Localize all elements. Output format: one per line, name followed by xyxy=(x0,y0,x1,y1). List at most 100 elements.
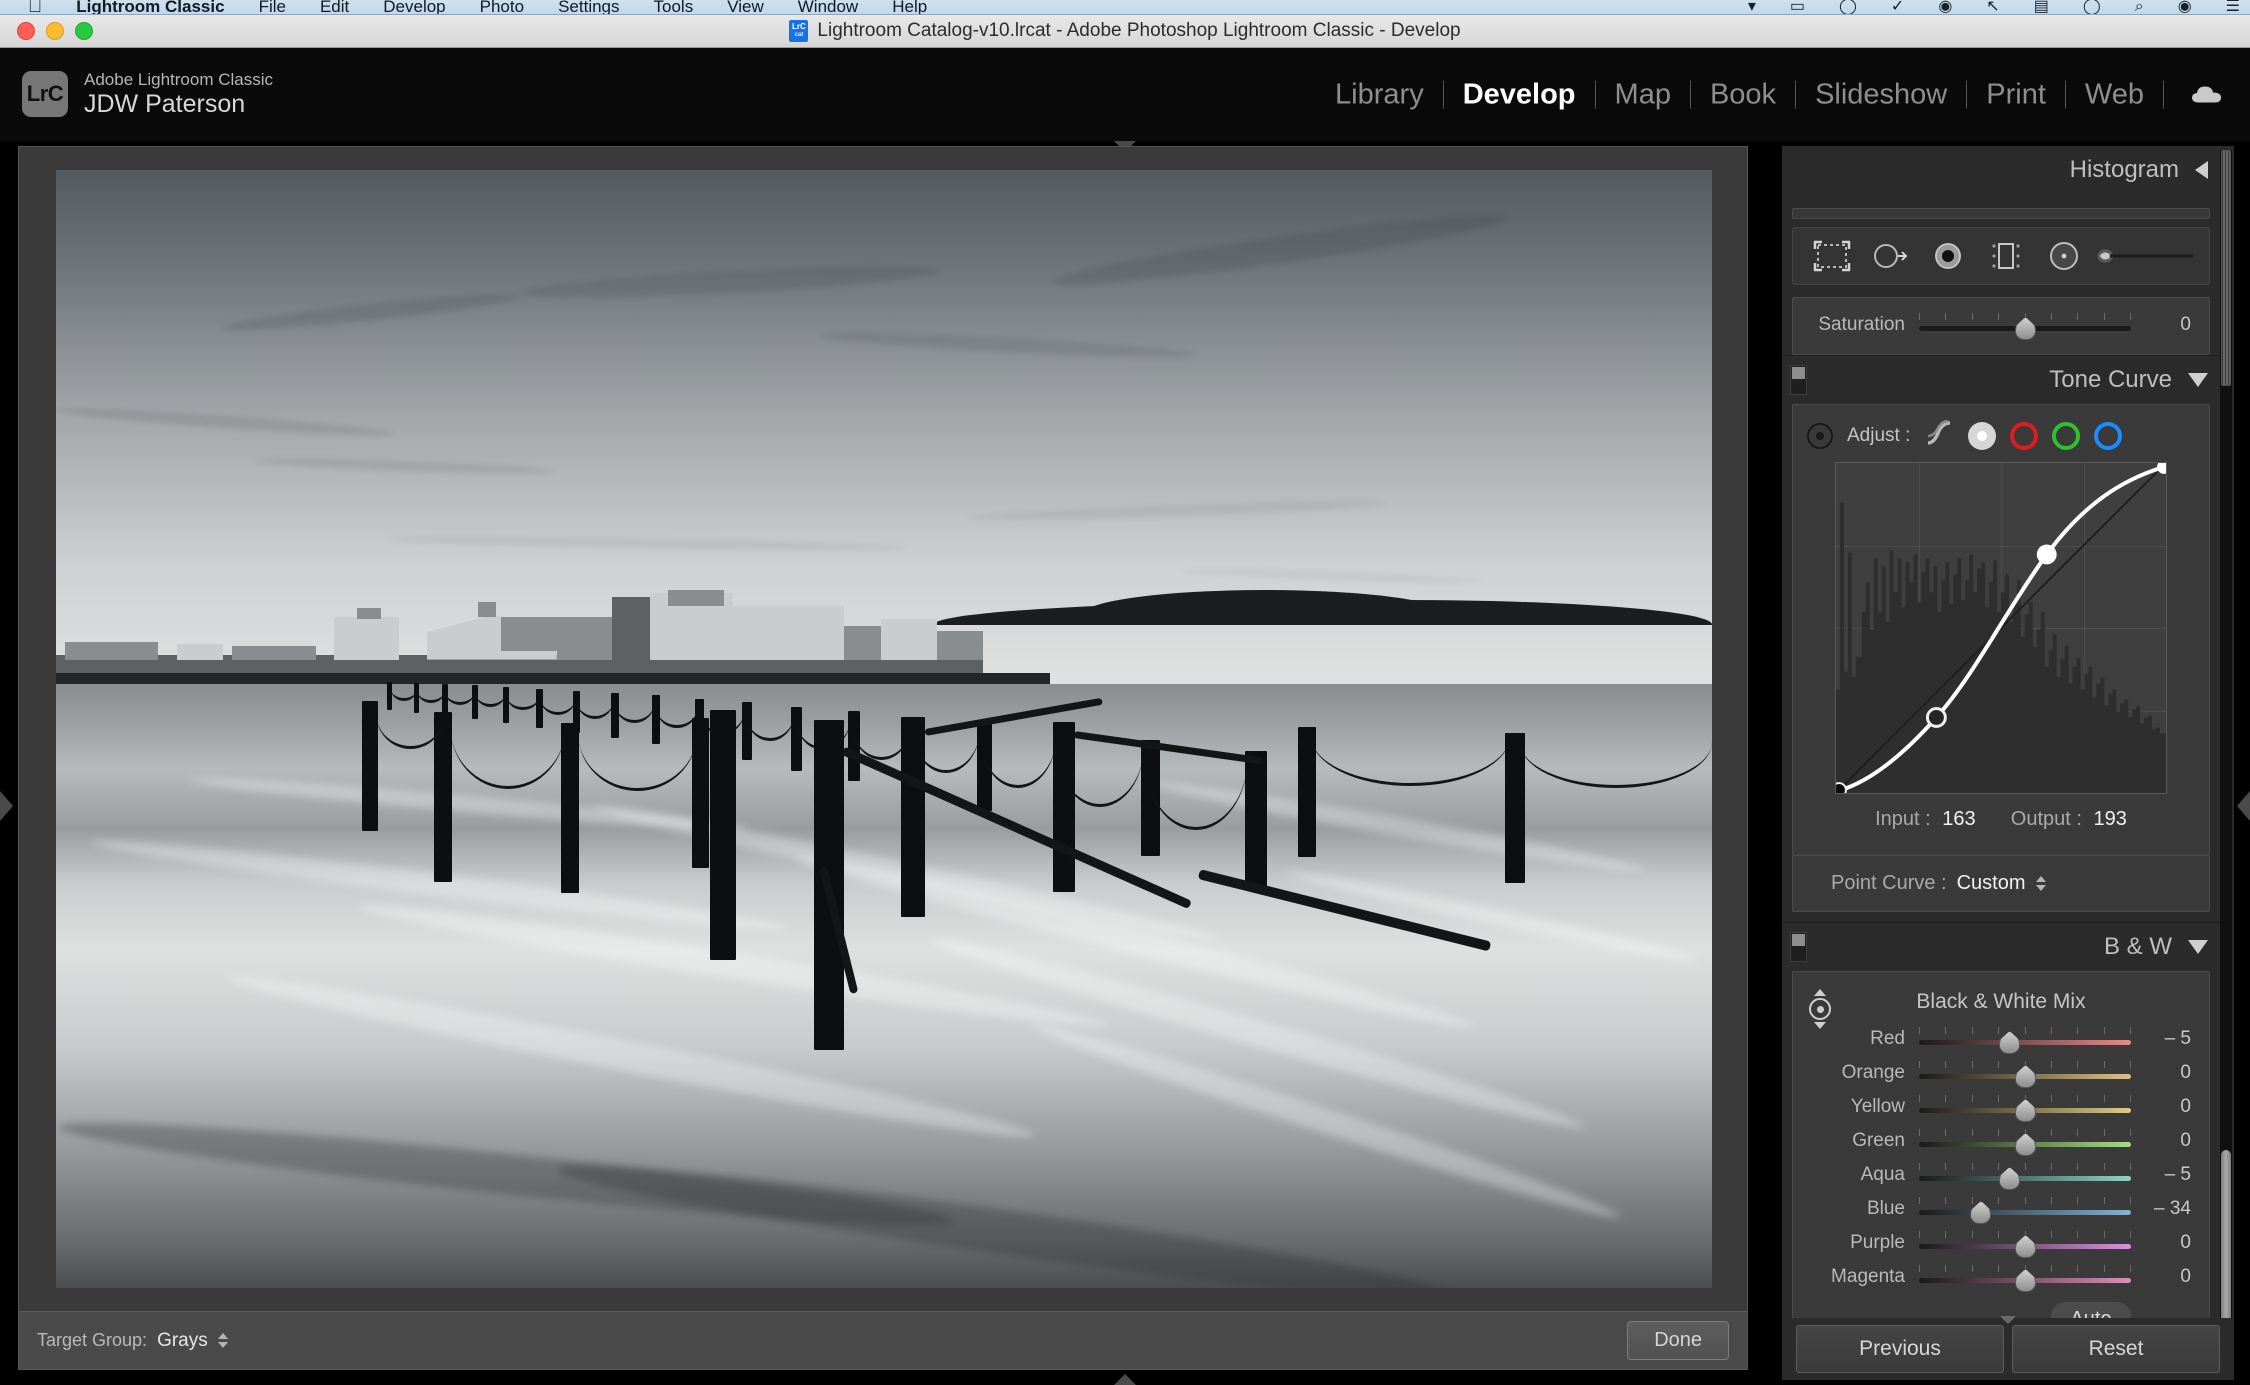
brush-icon[interactable] xyxy=(2093,233,2199,279)
module-develop[interactable]: Develop xyxy=(1444,78,1595,111)
channel-red-button[interactable] xyxy=(2010,421,2039,450)
channel-blue-button[interactable] xyxy=(2094,421,2123,450)
bw-panel-header[interactable]: B & W xyxy=(1782,923,2220,971)
list-icon[interactable]: ☰ xyxy=(2226,0,2240,14)
up-down-stepper-icon[interactable] xyxy=(217,1333,228,1348)
channel-rgb-button[interactable] xyxy=(1968,421,1997,450)
cloud-icon[interactable] xyxy=(2190,83,2224,107)
develop-photo[interactable] xyxy=(56,170,1712,1288)
radial-circle-icon[interactable] xyxy=(2035,233,2093,279)
bw-slider-purple[interactable]: Purple 0 xyxy=(1793,1226,2209,1260)
channel-curve-parametric-icon[interactable] xyxy=(1924,419,1954,452)
search-icon[interactable]: ⌕ xyxy=(2135,0,2144,14)
saturation-slider-row[interactable]: Saturation 0 xyxy=(1793,308,2209,342)
menu-view[interactable]: View xyxy=(727,0,764,14)
bw-slider-green[interactable]: Green 0 xyxy=(1793,1124,2209,1158)
reset-button[interactable]: Reset xyxy=(2012,1325,2220,1373)
menu-tools[interactable]: Tools xyxy=(654,0,694,14)
menu-window[interactable]: Window xyxy=(798,0,858,14)
triangle-left-icon[interactable] xyxy=(2195,161,2208,179)
left-panel-toggle[interactable] xyxy=(0,791,14,821)
slider-value[interactable]: – 5 xyxy=(2131,1164,2203,1186)
crop-icon[interactable] xyxy=(1803,233,1861,279)
control-center-icon[interactable]: ◉ xyxy=(2178,0,2192,14)
spot-removal-icon[interactable] xyxy=(1861,233,1919,279)
point-curve-value[interactable]: Custom xyxy=(1957,872,2026,895)
up-down-stepper-icon[interactable] xyxy=(2035,876,2046,891)
slider-value[interactable]: 0 xyxy=(2131,1130,2203,1152)
slider-knob[interactable] xyxy=(2015,1235,2036,1258)
menu-edit[interactable]: Edit xyxy=(320,0,349,14)
tone-curve-panel-header[interactable]: Tone Curve xyxy=(1782,356,2220,404)
arrow-icon[interactable]: ↖ xyxy=(1986,0,1999,14)
saturation-knob[interactable] xyxy=(2015,317,2036,340)
eye-icon[interactable] xyxy=(1919,233,1977,279)
slider-knob[interactable] xyxy=(2015,1269,2036,1292)
previous-button[interactable]: Previous xyxy=(1796,1325,2004,1373)
tone-curve-graph[interactable] xyxy=(1835,462,2167,794)
slider-value[interactable]: 0 xyxy=(2131,1062,2203,1084)
done-button[interactable]: Done xyxy=(1627,1321,1729,1360)
slider-value[interactable]: 0 xyxy=(2131,1096,2203,1118)
slider-value[interactable]: – 5 xyxy=(2131,1028,2203,1050)
bw-slider-yellow[interactable]: Yellow 0 xyxy=(1793,1090,2209,1124)
saturation-track-wrap[interactable] xyxy=(1919,311,2131,340)
right-panel-scrollbar[interactable] xyxy=(2220,150,2232,1366)
point-curve-row[interactable]: Point Curve : Custom xyxy=(1792,856,2210,912)
menu-develop[interactable]: Develop xyxy=(383,0,445,14)
module-web[interactable]: Web xyxy=(2066,78,2163,111)
slider-knob[interactable] xyxy=(1970,1201,1992,1224)
slider-knob[interactable] xyxy=(1999,1031,2021,1054)
slider-track[interactable] xyxy=(1919,1176,2131,1181)
module-book[interactable]: Book xyxy=(1691,78,1795,111)
menu-help[interactable]: Help xyxy=(892,0,927,14)
module-slideshow[interactable]: Slideshow xyxy=(1796,78,1966,111)
menu-settings[interactable]: Settings xyxy=(558,0,619,14)
bw-slider-red[interactable]: Red – 5 xyxy=(1793,1022,2209,1056)
menu-photo[interactable]: Photo xyxy=(480,0,524,14)
target-adjustment-icon[interactable] xyxy=(1807,422,1833,449)
chevron-down-icon[interactable]: ▾ xyxy=(1748,0,1756,14)
module-map[interactable]: Map xyxy=(1596,78,1690,111)
triangle-down-icon[interactable] xyxy=(2188,940,2208,954)
target-group-value[interactable]: Grays xyxy=(157,1330,208,1352)
module-print[interactable]: Print xyxy=(1967,78,2065,111)
target-adjustment-icon[interactable] xyxy=(1807,986,1833,1032)
apple-menu-icon[interactable]:  xyxy=(28,0,42,14)
slider-value[interactable]: 0 xyxy=(2131,1232,2203,1254)
channel-green-button[interactable] xyxy=(2052,421,2081,450)
slider-knob[interactable] xyxy=(2015,1099,2036,1122)
bw-slider-orange[interactable]: Orange 0 xyxy=(1793,1056,2209,1090)
histogram-panel-header[interactable]: Histogram xyxy=(1782,146,2220,194)
bottom-panel-toggle[interactable] xyxy=(1114,1374,1136,1385)
slider-track[interactable] xyxy=(1919,1210,2131,1215)
dropbox-icon[interactable]: ◉ xyxy=(1938,0,1952,14)
slider-value[interactable]: – 34 xyxy=(2131,1198,2203,1220)
module-library[interactable]: Library xyxy=(1316,78,1443,111)
scrollbar-grip[interactable] xyxy=(2221,150,2231,386)
checkmark-icon[interactable]: ✓ xyxy=(1891,0,1904,14)
bw-slider-blue[interactable]: Blue – 34 xyxy=(1793,1192,2209,1226)
bw-enable-switch[interactable] xyxy=(1790,932,1807,962)
menu-lightroom-classic[interactable]: Lightroom Classic xyxy=(76,0,224,14)
saturation-value[interactable]: 0 xyxy=(2131,314,2203,336)
rectangle-mask-icon[interactable] xyxy=(1977,233,2035,279)
battery-icon[interactable]: ▤ xyxy=(2034,0,2049,14)
triangle-down-icon[interactable] xyxy=(2188,373,2208,387)
tone-curve-enable-switch[interactable] xyxy=(1790,365,1807,395)
bw-slider-aqua[interactable]: Aqua – 5 xyxy=(1793,1158,2209,1192)
bw-slider-magenta[interactable]: Magenta 0 xyxy=(1793,1260,2209,1294)
saturation-label: Saturation xyxy=(1818,314,1905,335)
slider-value[interactable]: 0 xyxy=(2131,1266,2203,1288)
wifi-icon[interactable]: ◯ xyxy=(2083,0,2101,14)
identity-plate[interactable]: LrC Adobe Lightroom Classic JDW Paterson xyxy=(22,70,273,118)
slider-knob[interactable] xyxy=(1999,1167,2021,1190)
menu-file[interactable]: File xyxy=(259,0,286,14)
display-icon[interactable]: ▭ xyxy=(1790,0,1805,14)
target-group-control[interactable]: Target Group: Grays xyxy=(37,1330,228,1352)
slider-knob[interactable] xyxy=(2015,1133,2036,1156)
slider-track[interactable] xyxy=(1919,1040,2131,1045)
right-panel-toggle[interactable] xyxy=(2236,791,2250,821)
slider-knob[interactable] xyxy=(2015,1065,2036,1088)
circle-icon[interactable]: ◯ xyxy=(1839,0,1857,14)
